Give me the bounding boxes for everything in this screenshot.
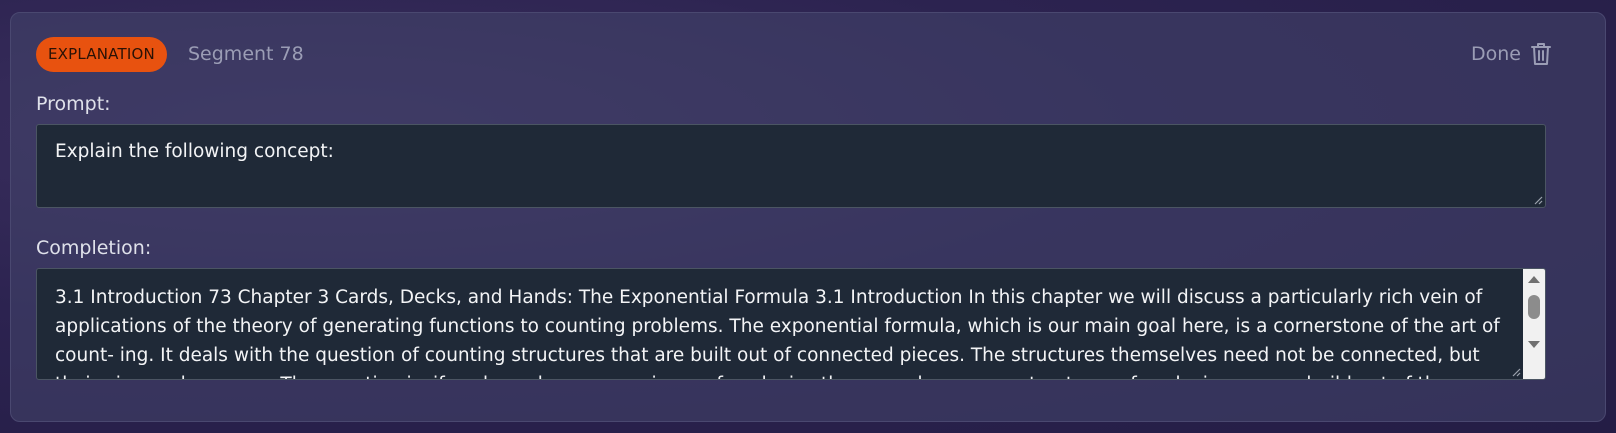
- done-button[interactable]: Done: [1471, 43, 1521, 65]
- completion-textarea[interactable]: 3.1 Introduction 73 Chapter 3 Cards, Dec…: [36, 268, 1546, 380]
- prompt-textarea[interactable]: Explain the following concept:: [36, 124, 1546, 208]
- type-badge: EXPLANATION: [36, 37, 167, 72]
- segment-label: Segment 78: [188, 43, 304, 65]
- completion-text[interactable]: 3.1 Introduction 73 Chapter 3 Cards, Dec…: [55, 287, 1500, 379]
- scroll-thumb[interactable]: [1528, 295, 1540, 319]
- chevron-up-icon[interactable]: [1523, 271, 1545, 287]
- completion-scrollbar[interactable]: [1523, 269, 1545, 379]
- resize-grip-icon[interactable]: [1533, 195, 1543, 205]
- completion-label: Completion:: [36, 237, 152, 259]
- chevron-down-icon[interactable]: [1523, 337, 1545, 353]
- segment-card: EXPLANATION Segment 78 Done Prompt: Expl…: [10, 12, 1606, 422]
- resize-grip-icon[interactable]: [1511, 367, 1521, 377]
- prompt-label: Prompt:: [36, 93, 111, 115]
- trash-icon[interactable]: [1529, 41, 1553, 67]
- prompt-text[interactable]: Explain the following concept:: [55, 141, 334, 162]
